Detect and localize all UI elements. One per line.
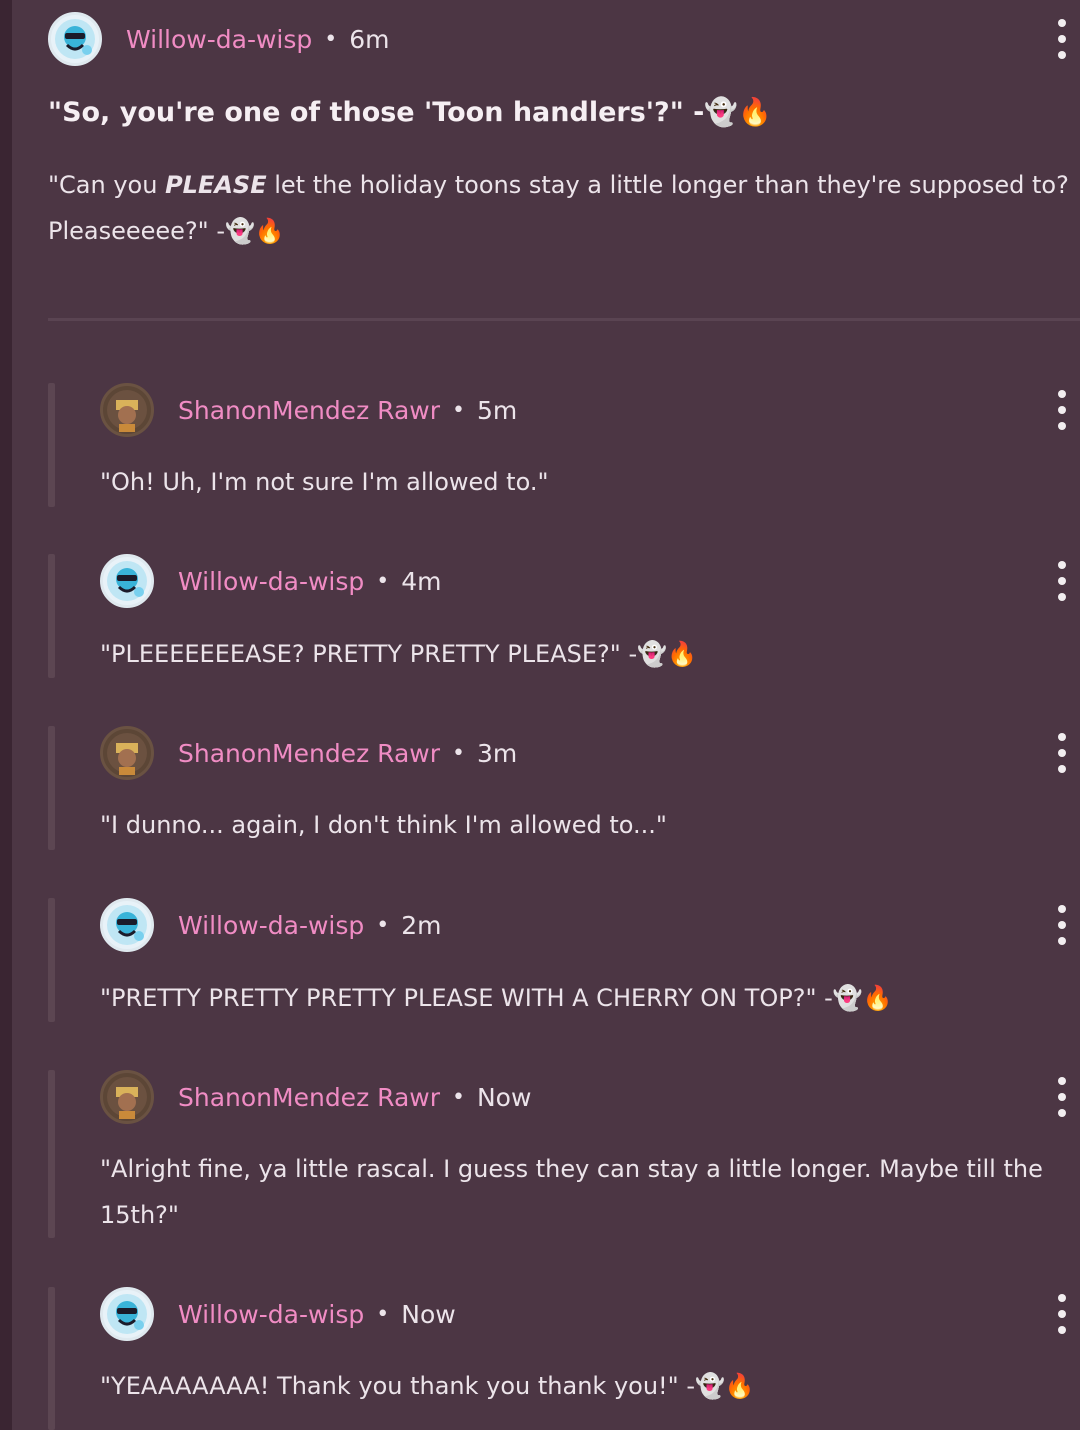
separator-dot: • (376, 1301, 390, 1327)
willow-avatar-icon (107, 561, 147, 601)
reply-timestamp: 3m (476, 738, 518, 768)
separator-dot: • (452, 397, 465, 423)
thread-rail (48, 554, 55, 678)
thread-rail (48, 1070, 55, 1238)
reply-timestamp: 5m (476, 395, 518, 425)
post-timestamp: 6m (349, 24, 390, 54)
more-options-icon[interactable] (1052, 905, 1072, 945)
left-rail (0, 0, 12, 1430)
post-title: "So, you're one of those 'Toon handlers'… (48, 97, 772, 128)
more-options-icon[interactable] (1052, 19, 1072, 59)
avatar[interactable] (48, 12, 102, 66)
thread-rail (48, 383, 55, 507)
separator-dot: • (452, 1084, 465, 1110)
avatar[interactable] (100, 726, 154, 780)
shanon-avatar-icon (107, 733, 147, 775)
reply-header: ShanonMendez Rawr • 3m (100, 726, 1080, 780)
more-options-icon[interactable] (1052, 390, 1072, 430)
avatar[interactable] (100, 383, 154, 437)
reply-author[interactable]: Willow-da-wisp (178, 1300, 364, 1329)
reply-timestamp: 2m (401, 910, 442, 940)
reply-header: ShanonMendez Rawr • Now (100, 1070, 1080, 1124)
reply-text: "PRETTY PRETTY PRETTY PLEASE WITH A CHER… (100, 984, 893, 1012)
willow-avatar-icon (107, 1294, 147, 1334)
willow-avatar-icon (107, 905, 147, 945)
thread-rail (48, 898, 55, 1022)
reply-timestamp: 4m (401, 566, 442, 596)
reply-timestamp: Now (476, 1082, 532, 1112)
reply-text: "PLEEEEEEEASE? PRETTY PRETTY PLEASE?" -👻… (100, 640, 697, 668)
separator-dot: • (376, 912, 390, 938)
reply-timestamp: Now (401, 1299, 456, 1329)
post-body: "Can you PLEASE let the holiday toons st… (48, 162, 1076, 254)
reply-author[interactable]: Willow-da-wisp (178, 567, 364, 596)
separator-dot: • (324, 26, 338, 52)
thread-rail (48, 1287, 55, 1430)
reply-author[interactable]: Willow-da-wisp (178, 911, 364, 940)
reply-text: "Alright fine, ya little rascal. I guess… (100, 1155, 1043, 1229)
avatar[interactable] (100, 1287, 154, 1341)
reply-author[interactable]: ShanonMendez Rawr (178, 1083, 440, 1112)
reply-header: ShanonMendez Rawr • 5m (100, 383, 1080, 437)
shanon-avatar-icon (107, 1077, 147, 1119)
more-options-icon[interactable] (1052, 1077, 1072, 1117)
post-author[interactable]: Willow-da-wisp (126, 25, 312, 54)
post-body-emphasis: PLEASE (165, 171, 267, 199)
post-header: Willow-da-wisp • 6m (48, 12, 1080, 66)
more-options-icon[interactable] (1052, 561, 1072, 601)
more-options-icon[interactable] (1052, 1294, 1072, 1334)
avatar[interactable] (100, 1070, 154, 1124)
divider (48, 318, 1080, 321)
avatar[interactable] (100, 898, 154, 952)
willow-avatar-icon (55, 19, 95, 59)
separator-dot: • (376, 568, 390, 594)
reply-header: Willow-da-wisp • Now (100, 1287, 1080, 1341)
thread-rail (48, 726, 55, 850)
reply-text: "Oh! Uh, I'm not sure I'm allowed to." (100, 468, 549, 496)
reply-author[interactable]: ShanonMendez Rawr (178, 739, 440, 768)
avatar[interactable] (100, 554, 154, 608)
reply-header: Willow-da-wisp • 4m (100, 554, 1080, 608)
reply-text: "I dunno... again, I don't think I'm all… (100, 811, 667, 839)
shanon-avatar-icon (107, 390, 147, 432)
reply-author[interactable]: ShanonMendez Rawr (178, 396, 440, 425)
separator-dot: • (452, 740, 465, 766)
more-options-icon[interactable] (1052, 733, 1072, 773)
post-body-prefix: "Can you (48, 171, 166, 199)
reply-header: Willow-da-wisp • 2m (100, 898, 1080, 952)
reply-text: "YEAAAAAAA! Thank you thank you thank yo… (100, 1372, 755, 1400)
